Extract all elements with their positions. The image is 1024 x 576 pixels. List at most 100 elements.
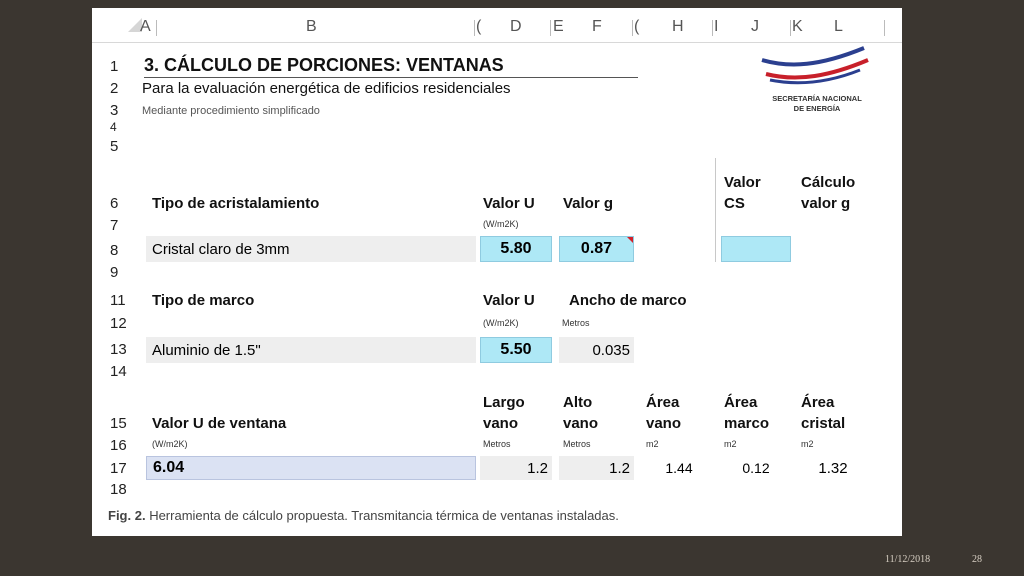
row-number[interactable]: 12 bbox=[110, 315, 130, 333]
window-u-label-unit: (W/m2K) bbox=[152, 439, 188, 449]
column-header-i[interactable]: I bbox=[714, 18, 718, 36]
glazing-u-header: Valor U bbox=[483, 195, 535, 212]
glazing-g-header: Valor g bbox=[563, 195, 614, 212]
figure-number: Fig. 2. bbox=[108, 508, 146, 523]
column-header-f[interactable]: F bbox=[592, 18, 602, 36]
sheet-subtitle-2: Mediante procedimiento simplificado bbox=[142, 105, 320, 117]
row-number[interactable]: 11 bbox=[110, 292, 130, 310]
column-divider bbox=[474, 20, 475, 36]
column-header-h[interactable]: H bbox=[672, 18, 684, 36]
glazing-type-value: Cristal claro de 3mm bbox=[152, 240, 290, 258]
row-number[interactable]: 6 bbox=[110, 195, 130, 213]
comment-marker-icon[interactable] bbox=[627, 237, 633, 243]
alto-unit: Metros bbox=[563, 439, 591, 449]
window-u-cell[interactable]: 6.04 bbox=[146, 456, 476, 480]
secretaria-logo: SECRETARÍA NACIONAL DE ENERGÍA bbox=[752, 46, 882, 126]
cs-value-cell[interactable] bbox=[721, 236, 791, 262]
frame-width-value: 0.035 bbox=[592, 341, 630, 359]
area-cristal-cell[interactable]: 1.32 bbox=[798, 456, 868, 480]
largo-unit: Metros bbox=[483, 439, 511, 449]
glazing-g-cell[interactable]: 0.87 bbox=[559, 236, 634, 262]
slide-page-number: 28 bbox=[972, 554, 982, 565]
row-number[interactable]: 7 bbox=[110, 217, 130, 235]
figure-caption-text: Herramienta de cálculo propuesta. Transm… bbox=[149, 508, 619, 523]
column-header-e[interactable]: E bbox=[553, 18, 564, 36]
frame-type-label: Tipo de marco bbox=[152, 292, 255, 309]
glazing-u-cell[interactable]: 5.80 bbox=[480, 236, 552, 262]
frame-u-unit: (W/m2K) bbox=[483, 318, 519, 328]
column-divider-line bbox=[715, 158, 716, 262]
frame-u-header: Valor U bbox=[483, 292, 535, 309]
column-header-d[interactable]: D bbox=[510, 18, 522, 36]
window-u-label: Valor U de ventana bbox=[152, 415, 287, 432]
area-vano-cell[interactable]: 1.44 bbox=[644, 456, 714, 480]
glazing-u-unit: (W/m2K) bbox=[483, 219, 519, 229]
row-number[interactable]: 1 bbox=[110, 58, 130, 76]
sheet-subtitle: Para la evaluación energética de edifici… bbox=[142, 80, 511, 97]
area-vano-header-line-1: Área bbox=[646, 394, 680, 411]
column-divider bbox=[884, 20, 885, 36]
column-divider bbox=[712, 20, 713, 36]
row-number[interactable]: 18 bbox=[110, 481, 130, 499]
column-header-bar: A B ( D E F ( H I J K L bbox=[92, 8, 902, 43]
area-cristal-header-line-2: cristal bbox=[801, 415, 846, 432]
largo-header-line-2: vano bbox=[483, 415, 519, 432]
row-number[interactable]: 13 bbox=[110, 341, 130, 359]
cs-header-line-2: CS bbox=[724, 195, 745, 212]
frame-type-cell[interactable]: Aluminio de 1.5" bbox=[146, 337, 476, 363]
row-number[interactable]: 5 bbox=[110, 138, 130, 156]
cs-header-line-1: Valor bbox=[724, 174, 761, 191]
logo-line-2: DE ENERGÍA bbox=[793, 104, 841, 113]
row-number[interactable]: 16 bbox=[110, 437, 130, 455]
figure-caption: Fig. 2. Herramienta de cálculo propuesta… bbox=[108, 508, 619, 523]
glazing-type-cell[interactable]: Cristal claro de 3mm bbox=[146, 236, 476, 262]
row-number[interactable]: 9 bbox=[110, 264, 130, 282]
window-u-value: 6.04 bbox=[153, 459, 185, 476]
area-marco-value: 0.12 bbox=[742, 460, 770, 476]
area-cristal-unit: m2 bbox=[801, 439, 814, 449]
column-header-g[interactable]: ( bbox=[634, 18, 639, 36]
area-marco-cell[interactable]: 0.12 bbox=[721, 456, 791, 480]
alto-header-line-1: Alto bbox=[563, 394, 593, 411]
area-vano-value: 1.44 bbox=[665, 460, 693, 476]
area-marco-header-line-1: Área bbox=[724, 394, 758, 411]
frame-width-cell[interactable]: 0.035 bbox=[559, 337, 634, 363]
column-header-a[interactable]: A bbox=[140, 18, 151, 36]
alto-header-line-2: vano bbox=[563, 415, 599, 432]
sheet-title: 3. CÁLCULO DE PORCIONES: VENTANAS bbox=[144, 55, 504, 75]
column-header-k[interactable]: K bbox=[792, 18, 803, 36]
column-header-c[interactable]: ( bbox=[476, 18, 481, 36]
column-header-b[interactable]: B bbox=[306, 18, 317, 36]
slide-figure: A B ( D E F ( H I J K L 1 2 3 4 5 6 7 8 … bbox=[92, 8, 902, 536]
row-number[interactable]: 15 bbox=[110, 415, 130, 433]
column-divider bbox=[156, 20, 157, 36]
row-number[interactable]: 17 bbox=[110, 460, 130, 478]
alto-cell[interactable]: 1.2 bbox=[559, 456, 634, 480]
column-header-l[interactable]: L bbox=[834, 18, 843, 36]
frame-width-header: Ancho de marco bbox=[569, 292, 687, 309]
frame-u-value: 5.50 bbox=[500, 341, 532, 358]
area-marco-unit: m2 bbox=[724, 439, 737, 449]
frame-width-unit: Metros bbox=[562, 318, 590, 328]
frame-u-cell[interactable]: 5.50 bbox=[480, 337, 552, 363]
area-vano-unit: m2 bbox=[646, 439, 659, 449]
column-divider bbox=[790, 20, 791, 36]
row-number[interactable]: 4 bbox=[110, 118, 130, 136]
area-marco-header-line-2: marco bbox=[724, 415, 770, 432]
slide-date: 11/12/2018 bbox=[885, 554, 931, 565]
area-cristal-value: 1.32 bbox=[818, 459, 848, 477]
column-divider bbox=[550, 20, 551, 36]
area-cristal-header-line-1: Área bbox=[801, 394, 835, 411]
row-number[interactable]: 2 bbox=[110, 80, 130, 98]
row-number[interactable]: 14 bbox=[110, 363, 130, 381]
glazing-g-value: 0.87 bbox=[580, 240, 613, 257]
calc-g-header-line-2: valor g bbox=[801, 195, 851, 212]
frame-type-value: Aluminio de 1.5" bbox=[152, 341, 261, 359]
glazing-u-value: 5.80 bbox=[500, 240, 532, 257]
glazing-type-label: Tipo de acristalamiento bbox=[152, 195, 320, 212]
calc-g-header-line-1: Cálculo bbox=[801, 174, 856, 191]
logo-line-1: SECRETARÍA NACIONAL bbox=[772, 94, 862, 103]
row-number[interactable]: 8 bbox=[110, 242, 130, 260]
largo-cell[interactable]: 1.2 bbox=[480, 456, 552, 480]
column-header-j[interactable]: J bbox=[751, 18, 759, 36]
